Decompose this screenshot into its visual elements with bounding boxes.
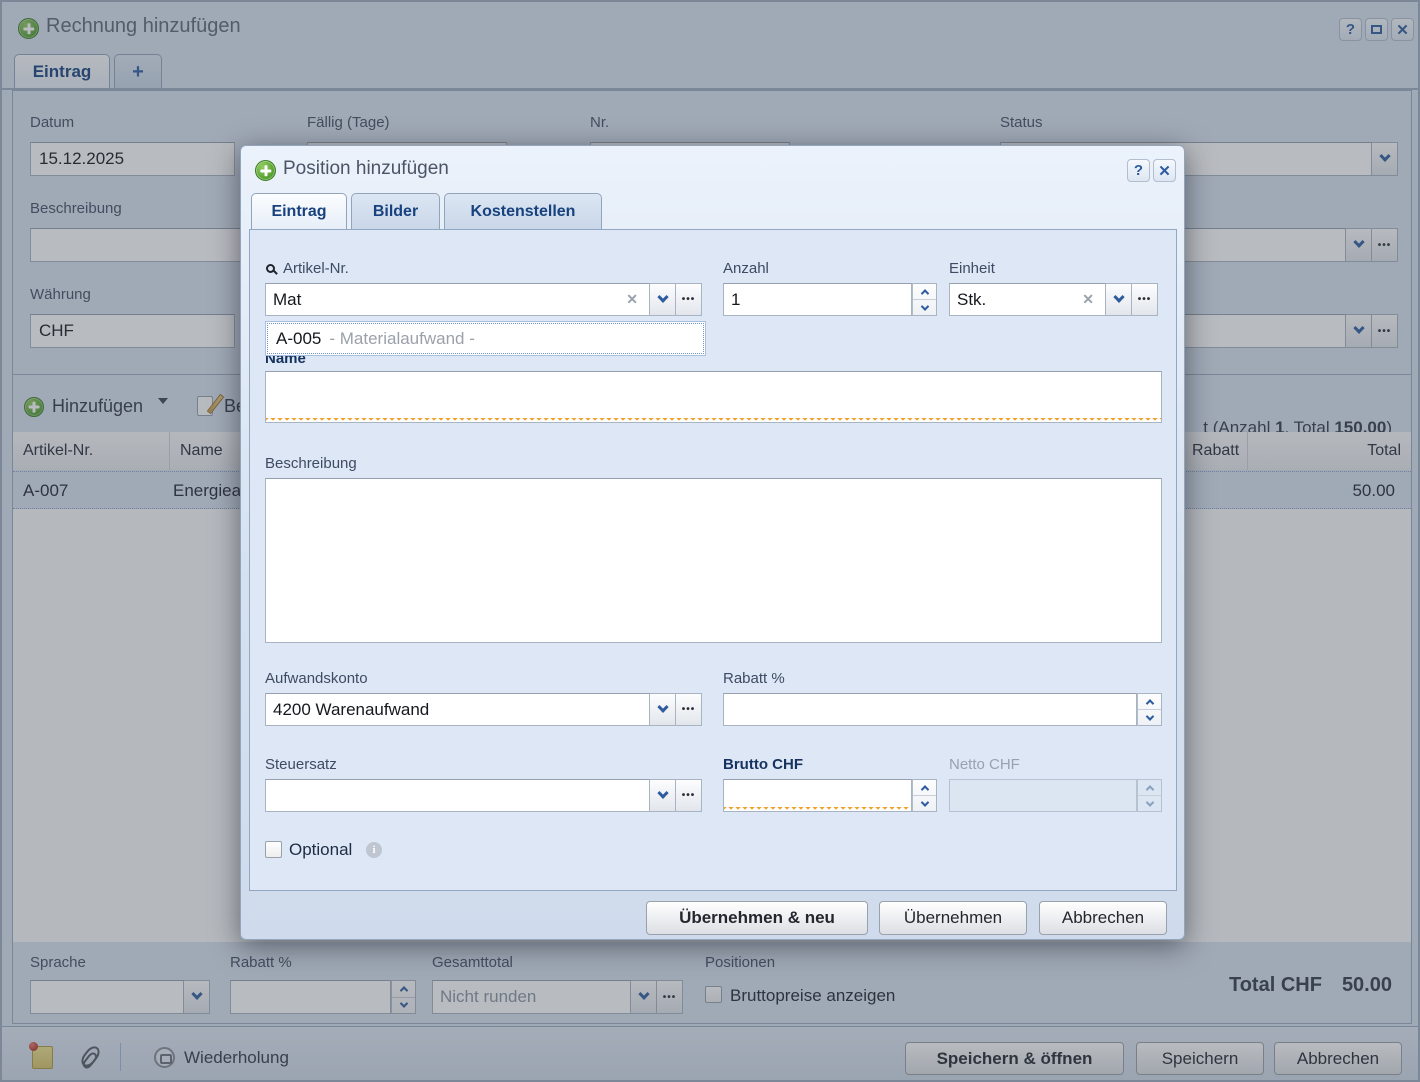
optional-checkbox[interactable] (265, 841, 282, 858)
position-add-dialog: Position hinzufügen ? ✕ Eintrag Bilder K… (240, 145, 1185, 940)
aufwandskonto-combo[interactable] (265, 693, 702, 726)
chevron-down-icon (657, 291, 668, 302)
dialog-tab-eintrag[interactable]: Eintrag (251, 193, 347, 229)
einheit-dropdown-trigger[interactable] (1106, 283, 1132, 316)
einheit-label: Einheit (949, 260, 995, 277)
chevron-down-icon (657, 701, 668, 712)
apply-button[interactable]: Übernehmen (879, 901, 1027, 935)
autocomplete-suggestion[interactable]: A-005 - Materialaufwand - (265, 321, 706, 356)
brutto-spin[interactable] (912, 779, 937, 812)
chevron-down-icon (1145, 712, 1153, 720)
dialog-help-button[interactable]: ? (1127, 159, 1150, 182)
dialog-close-button[interactable]: ✕ (1153, 159, 1176, 182)
dialog-beschreibung-textarea[interactable] (265, 478, 1162, 643)
apply-and-new-button[interactable]: Übernehmen & neu (646, 901, 868, 935)
steuersatz-input[interactable] (273, 786, 642, 806)
tab-label: Kostenstellen (471, 203, 576, 221)
anzahl-spin[interactable] (912, 283, 937, 316)
brutto-label: Brutto CHF (723, 756, 803, 773)
optional-label[interactable]: Optional (289, 840, 352, 860)
netto-label: Netto CHF (949, 756, 1020, 773)
name-invalid-underline (266, 418, 1161, 423)
chevron-down-icon (920, 798, 928, 806)
dialog-tab-kostenstellen[interactable]: Kostenstellen (444, 193, 602, 229)
chevron-up-icon (920, 785, 928, 793)
artikel-dropdown-trigger[interactable] (650, 283, 676, 316)
chevron-down-icon (657, 787, 668, 798)
artikel-more-trigger[interactable] (676, 283, 702, 316)
chevron-down-icon (920, 302, 928, 310)
close-icon: ✕ (1158, 162, 1171, 180)
clear-icon[interactable] (1078, 291, 1098, 309)
netto-spin (1137, 779, 1162, 812)
dialog-rabatt-spin[interactable] (1137, 693, 1162, 726)
anzahl-input[interactable] (731, 290, 904, 310)
steuersatz-combo[interactable] (265, 779, 702, 812)
artikel-combo[interactable] (265, 283, 702, 316)
aufwandskonto-more-trigger[interactable] (676, 693, 702, 726)
anzahl-label: Anzahl (723, 260, 769, 277)
info-icon (366, 842, 382, 858)
aufwandskonto-input[interactable] (273, 700, 642, 720)
dialog-rabatt-input[interactable] (731, 700, 1129, 720)
suggestion-code: A-005 (276, 329, 321, 349)
aufwandskonto-label: Aufwandskonto (265, 670, 368, 687)
search-icon (266, 264, 275, 273)
clear-icon[interactable] (622, 291, 642, 309)
dialog-tab-bilder[interactable]: Bilder (351, 193, 440, 229)
name-input[interactable] (265, 371, 1162, 423)
chevron-up-icon (1145, 785, 1153, 793)
einheit-input[interactable] (957, 290, 1078, 310)
brutto-invalid-underline (724, 807, 910, 812)
chevron-down-icon (1113, 291, 1124, 302)
invoice-add-window: Rechnung hinzufügen ? ✕ Eintrag + Datum … (0, 0, 1420, 1082)
dialog-beschreibung-label: Beschreibung (265, 455, 357, 472)
brutto-input[interactable] (731, 786, 904, 806)
artikel-label: Artikel-Nr. (283, 260, 349, 277)
tab-label: Bilder (373, 203, 418, 221)
einheit-combo[interactable] (949, 283, 1158, 316)
chevron-down-icon (1145, 798, 1153, 806)
steuersatz-label: Steuersatz (265, 756, 337, 773)
chevron-up-icon (1145, 699, 1153, 707)
tab-label: Eintrag (271, 203, 326, 221)
dialog-cancel-button[interactable]: Abbrechen (1039, 901, 1167, 935)
dialog-title: Position hinzufügen (283, 158, 449, 180)
dialog-rabatt-label: Rabatt % (723, 670, 785, 687)
artikel-input[interactable] (273, 290, 622, 310)
einheit-more-trigger[interactable] (1132, 283, 1158, 316)
dialog-rabatt-spinner[interactable] (723, 693, 1162, 726)
suggestion-desc: - Materialaufwand - (329, 329, 475, 349)
netto-input (957, 786, 1129, 806)
netto-spinner-disabled (949, 779, 1162, 812)
anzahl-spinner[interactable] (723, 283, 937, 316)
steuersatz-more-trigger[interactable] (676, 779, 702, 812)
steuersatz-dropdown-trigger[interactable] (650, 779, 676, 812)
help-icon: ? (1134, 162, 1143, 179)
add-position-dialog-icon (255, 160, 276, 181)
chevron-up-icon (920, 289, 928, 297)
aufwandskonto-dropdown-trigger[interactable] (650, 693, 676, 726)
